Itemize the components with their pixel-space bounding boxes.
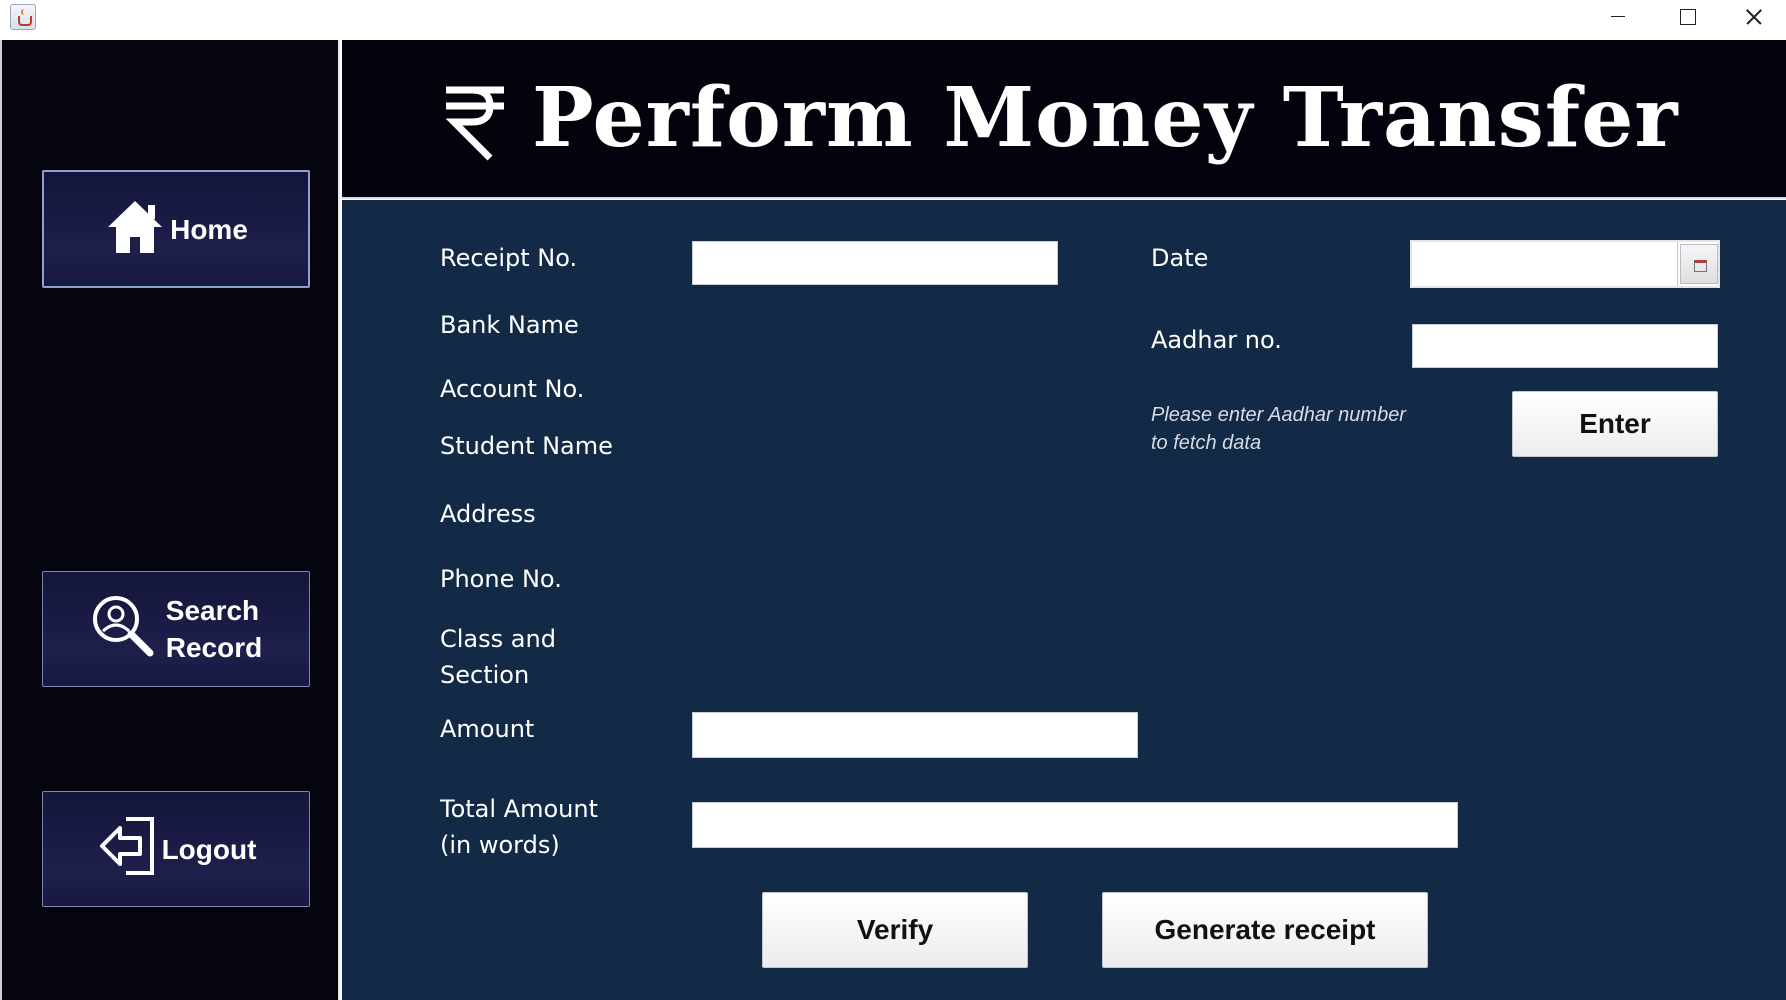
aadhar-hint-line1: Please enter Aadhar number bbox=[1151, 404, 1406, 426]
user-search-icon bbox=[90, 593, 156, 666]
search-label-line2: Record bbox=[165, 632, 263, 663]
receipt-no-label: Receipt No. bbox=[440, 244, 578, 272]
account-no-label: Account No. bbox=[440, 375, 585, 403]
search-label-line1: Search bbox=[165, 595, 260, 626]
home-button[interactable]: Home bbox=[42, 170, 310, 288]
generate-receipt-button[interactable]: Generate receipt bbox=[1102, 892, 1428, 968]
search-record-label: Search Record bbox=[166, 592, 262, 666]
class-section-label-line2: Section bbox=[440, 661, 530, 689]
logout-label: Logout bbox=[161, 833, 257, 865]
minimize-icon[interactable] bbox=[1584, 0, 1652, 34]
rupee-icon bbox=[442, 82, 508, 162]
page-title: Perform Money Transfer bbox=[532, 70, 1679, 166]
aadhar-no-field[interactable] bbox=[1412, 324, 1718, 368]
maximize-icon[interactable] bbox=[1652, 0, 1720, 34]
receipt-no-field[interactable] bbox=[692, 241, 1058, 285]
page-header: Perform Money Transfer bbox=[342, 40, 1786, 199]
enter-button[interactable]: Enter bbox=[1512, 391, 1718, 457]
calendar-icon[interactable] bbox=[1680, 244, 1718, 284]
student-name-label: Student Name bbox=[440, 432, 613, 460]
java-cup-icon bbox=[10, 4, 36, 30]
address-label: Address bbox=[440, 500, 536, 528]
amount-field[interactable] bbox=[692, 712, 1138, 758]
total-amount-label-line2: (in words) bbox=[440, 831, 560, 859]
total-amount-words-field[interactable] bbox=[692, 802, 1458, 848]
aadhar-no-label: Aadhar no. bbox=[1151, 326, 1282, 354]
search-record-button[interactable]: Search Record bbox=[42, 571, 310, 687]
home-label: Home bbox=[170, 213, 248, 245]
date-picker-field bbox=[1410, 240, 1720, 288]
window-titlebar bbox=[0, 0, 1786, 40]
amount-label: Amount bbox=[440, 715, 535, 743]
sidebar: Home Search Record Logout bbox=[0, 40, 340, 1000]
total-amount-label-line1: Total Amount bbox=[440, 795, 598, 823]
verify-button[interactable]: Verify bbox=[762, 892, 1028, 968]
transfer-form: Receipt No. Date Bank Name Aadhar no. Ac… bbox=[342, 200, 1786, 1000]
house-icon bbox=[104, 197, 166, 262]
close-icon[interactable] bbox=[1718, 0, 1786, 34]
logout-arrow-icon bbox=[96, 813, 158, 886]
phone-no-label: Phone No. bbox=[440, 565, 562, 593]
date-field[interactable] bbox=[1412, 242, 1678, 286]
class-section-label-line1: Class and bbox=[440, 625, 556, 653]
date-label: Date bbox=[1151, 244, 1209, 272]
aadhar-hint-line2: to fetch data bbox=[1151, 432, 1262, 454]
bank-name-label: Bank Name bbox=[440, 311, 579, 339]
logout-button[interactable]: Logout bbox=[42, 791, 310, 907]
